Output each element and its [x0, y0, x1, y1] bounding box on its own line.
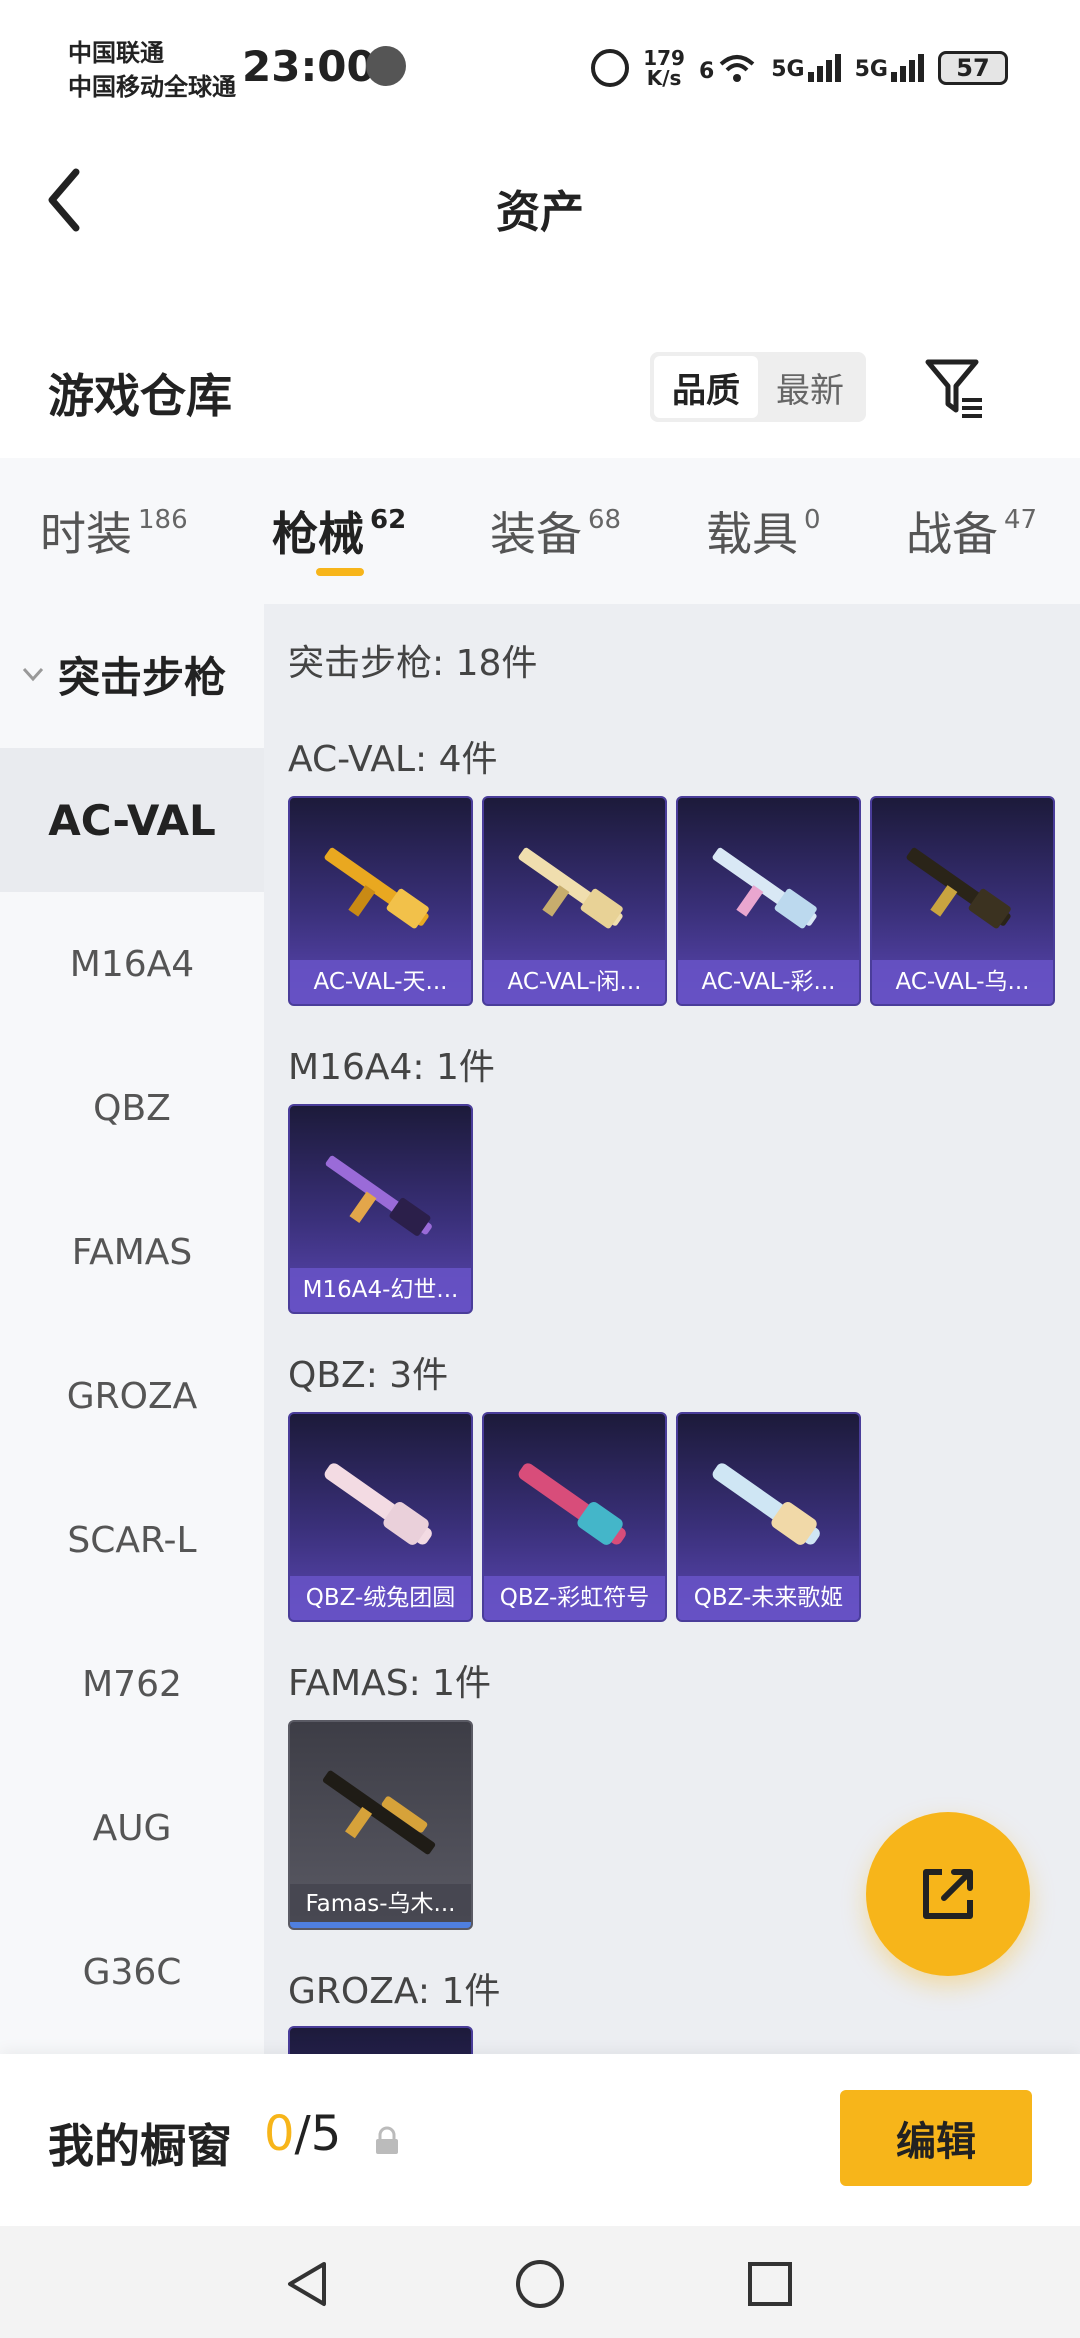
status-indicators: 179 K/s 6 5G 5G 57 [591, 44, 1008, 92]
sidebar-item-qbz[interactable]: QBZ [0, 1036, 264, 1180]
tab-supplies[interactable]: 战备 47 [906, 498, 1037, 564]
skin-label: Famas-乌木... [290, 1884, 471, 1928]
skin-card[interactable]: AC-VAL-闲... [482, 796, 667, 1006]
status-time: 23:00 [242, 42, 376, 91]
share-icon [923, 1869, 973, 1919]
rifle-black-gold-icon [906, 847, 1011, 929]
net-speed: 179 K/s [643, 46, 685, 90]
tab-indicator [316, 568, 364, 576]
rifle-rainbow-icon [518, 1463, 626, 1545]
sidebar-item-ac-val[interactable]: AC-VAL [0, 748, 264, 892]
skin-card-partial[interactable] [288, 2026, 473, 2054]
skin-label: QBZ-绒兔团圆 [290, 1576, 471, 1620]
filter-icon [925, 359, 982, 418]
skin-label: AC-VAL-彩... [678, 960, 859, 1004]
rifle-pastel-icon [712, 847, 817, 929]
showcase-title: 我的橱窗 [48, 2119, 232, 2173]
page-header: 资产 [0, 120, 1080, 280]
showcase-bar: 我的橱窗 0/5 编辑 [0, 2054, 1080, 2226]
system-nav-bar [0, 2226, 1080, 2338]
skin-card[interactable]: QBZ-绒兔团圆 [288, 1412, 473, 1622]
skin-label: QBZ-彩虹符号 [484, 1576, 665, 1620]
wifi-icon: 6 [699, 52, 757, 84]
sort-toggle: 品质 最新 [650, 352, 866, 422]
sidebar-item-g36c[interactable]: G36C [0, 1900, 264, 2044]
tab-vehicles[interactable]: 载具 0 [706, 498, 821, 564]
page-title: 资产 [496, 187, 584, 238]
rifle-cream-icon [518, 847, 623, 929]
skin-card[interactable]: Famas-乌木... [288, 1720, 473, 1930]
signal-icon-1: 5G [771, 54, 841, 82]
carrier-2: 中国移动全球通 [68, 73, 236, 101]
tab-fashion[interactable]: 时装 186 [40, 498, 188, 564]
rifle-purple-icon [325, 1155, 432, 1236]
section-header-groza: GROZA: 1件 [288, 1971, 501, 2012]
warehouse-header: 游戏仓库 品质 最新 [0, 330, 1080, 440]
skin-label: AC-VAL-乌... [872, 960, 1053, 1004]
tab-gear[interactable]: 装备 68 [490, 498, 621, 564]
lock-icon [376, 2126, 398, 2154]
total-count: 突击步枪: 18件 [288, 643, 538, 684]
status-avatar-icon [366, 46, 406, 86]
sidebar-item-m762[interactable]: M762 [0, 1612, 264, 1756]
section-header-ac-val: AC-VAL: 4件 [288, 739, 498, 780]
skin-card[interactable]: AC-VAL-彩... [676, 796, 861, 1006]
skin-card[interactable]: M16A4-幻世... [288, 1104, 473, 1314]
rifle-gold-icon [324, 847, 429, 929]
skin-label: AC-VAL-闲... [484, 960, 665, 1004]
filter-button[interactable] [922, 354, 988, 420]
edit-button[interactable]: 编辑 [840, 2090, 1032, 2186]
sort-newest-button[interactable]: 最新 [758, 356, 862, 418]
weapon-sidebar: 突击步枪 AC-VAL M16A4 QBZ FAMAS GROZA SCAR-L… [0, 604, 264, 2054]
status-bar: 中国联通 中国移动全球通 23:00 179 K/s 6 5G 5G 57 [0, 0, 1080, 120]
skin-label: AC-VAL-天... [290, 960, 471, 1004]
rifle-light-blue-icon [712, 1463, 820, 1545]
warehouse-title: 游戏仓库 [48, 369, 232, 423]
skin-card[interactable]: QBZ-彩虹符号 [482, 1412, 667, 1622]
category-tabs: 时装 186 枪械 62 装备 68 载具 0 战备 47 [0, 458, 1080, 604]
share-button[interactable] [866, 1812, 1030, 1976]
nav-home-icon[interactable] [512, 2256, 568, 2312]
sidebar-group-assault-rifle[interactable]: 突击步枪 [0, 604, 264, 744]
carrier-1: 中国联通 [68, 39, 164, 67]
section-header-famas: FAMAS: 1件 [288, 1663, 492, 1704]
skin-card[interactable]: AC-VAL-天... [288, 796, 473, 1006]
skin-card[interactable]: AC-VAL-乌... [870, 796, 1055, 1006]
nav-back-icon[interactable] [280, 2256, 336, 2312]
skin-label: QBZ-未来歌姬 [678, 1576, 859, 1620]
section-header-m16a4: M16A4: 1件 [288, 1047, 495, 1088]
sidebar-item-groza[interactable]: GROZA [0, 1324, 264, 1468]
sidebar-item-famas[interactable]: FAMAS [0, 1180, 264, 1324]
alarm-icon [591, 49, 630, 87]
nav-recents-icon[interactable] [742, 2256, 798, 2312]
carrier-info: 中国联通 中国移动全球通 [68, 36, 236, 104]
sort-quality-button[interactable]: 品质 [654, 356, 758, 418]
sidebar-item-m16a4[interactable]: M16A4 [0, 892, 264, 1036]
chevron-down-icon [22, 667, 44, 682]
rifle-ebony-icon [322, 1770, 436, 1855]
rifle-pink-icon [324, 1463, 432, 1545]
tab-guns[interactable]: 枪械 62 [272, 498, 406, 564]
skin-card[interactable]: QBZ-未来歌姬 [676, 1412, 861, 1622]
section-header-qbz: QBZ: 3件 [288, 1355, 449, 1396]
signal-icon-2: 5G [855, 54, 924, 82]
sidebar-item-scar-l[interactable]: SCAR-L [0, 1468, 264, 1612]
sidebar-item-aug[interactable]: AUG [0, 1756, 264, 1900]
showcase-count: 0/5 [264, 2106, 342, 2162]
skin-label: M16A4-幻世... [290, 1268, 471, 1312]
battery-icon: 57 [938, 51, 1008, 85]
